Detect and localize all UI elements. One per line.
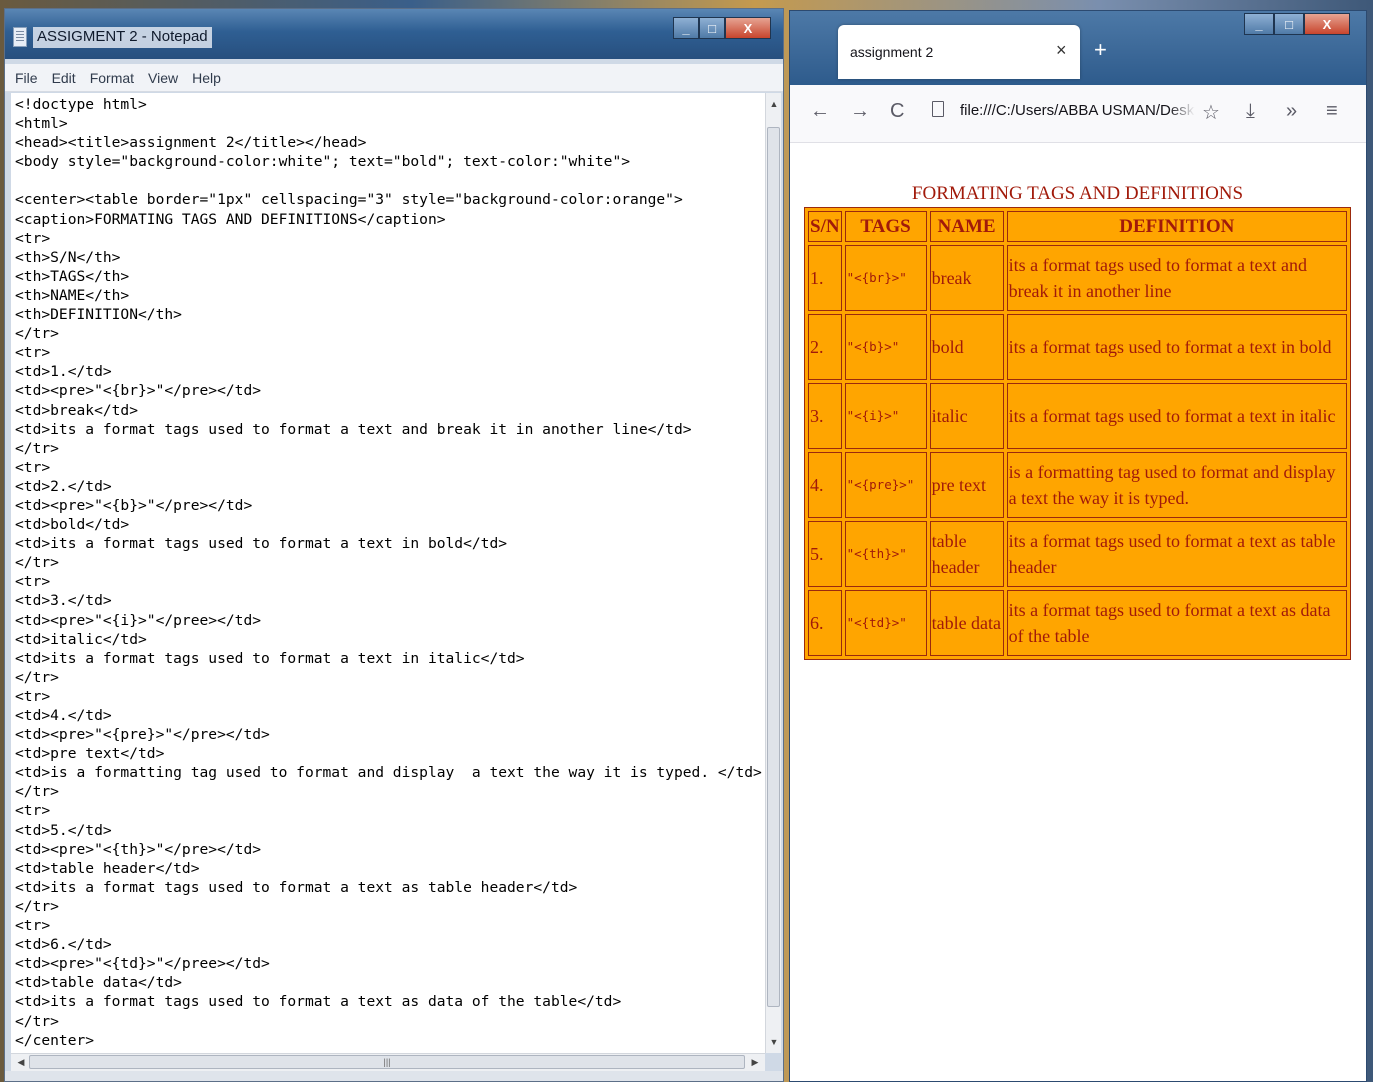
menu-help[interactable]: Help xyxy=(192,70,221,86)
tag-code: "<{pre}>" xyxy=(846,477,915,492)
cell-name: table data xyxy=(929,590,1004,656)
scroll-down-arrow-icon[interactable]: ▼ xyxy=(766,1037,782,1047)
cell-definition: its a format tags used to format a text … xyxy=(1006,245,1347,311)
notepad-code: <!doctype html> <html> <head><title>assi… xyxy=(15,96,762,1049)
notepad-bottom-edge xyxy=(5,1071,783,1081)
cell-sn: 5. xyxy=(808,521,842,587)
new-tab-icon[interactable]: + xyxy=(1094,37,1107,63)
page-content: FORMATING TAGS AND DEFINITIONS S/N TAGS … xyxy=(790,143,1366,1081)
cell-name: bold xyxy=(929,314,1004,380)
cell-definition: its a format tags used to format a text … xyxy=(1006,383,1347,449)
cell-sn: 3. xyxy=(808,383,842,449)
cell-tag: "<{th}>" xyxy=(844,521,927,587)
notepad-window: ASSIGMENT 2 - Notepad _ □ X File Edit Fo… xyxy=(4,8,784,1082)
notepad-titlebar[interactable]: ASSIGMENT 2 - Notepad _ □ X xyxy=(5,9,783,59)
table-header-row: S/N TAGS NAME DEFINITION xyxy=(808,211,1347,242)
horizontal-scroll-thumb[interactable]: ||| xyxy=(29,1055,745,1069)
minimize-icon[interactable]: _ xyxy=(1244,13,1274,35)
horizontal-scrollbar[interactable]: ◀ ||| ▶ xyxy=(11,1053,765,1071)
table-row: 1. "<{br}>" break its a format tags used to… xyxy=(808,245,1347,311)
close-icon[interactable]: X xyxy=(725,17,771,39)
cell-definition: its a format tags used to format a text … xyxy=(1006,521,1347,587)
formatting-tags-table: FORMATING TAGS AND DEFINITIONS S/N TAGS … xyxy=(804,183,1351,660)
table-row: 4. "<{pre}>" pre text is a formatting tag u… xyxy=(808,452,1347,518)
table-body: 1. "<{br}>" break its a format tags used to… xyxy=(808,245,1347,656)
tag-code: "<{i}>" xyxy=(846,408,900,423)
vertical-scrollbar[interactable]: ▲ ▼ xyxy=(765,93,781,1053)
notepad-menubar: File Edit Format View Help xyxy=(5,64,783,92)
table-caption: FORMATING TAGS AND DEFINITIONS xyxy=(911,183,1244,204)
notepad-text-area[interactable]: <!doctype html> <html> <head><title>assi… xyxy=(11,93,765,1053)
cell-sn: 2. xyxy=(808,314,842,380)
browser-window: assignment 2 × + _ □ X ← → C file:///C:/… xyxy=(789,10,1367,1082)
url-bar[interactable]: file:///C:/Users/ABBA USMAN/Desktop/assi… xyxy=(960,102,1195,119)
browser-tabbar: assignment 2 × + _ □ X xyxy=(790,11,1366,85)
menu-format[interactable]: Format xyxy=(90,70,134,86)
menu-edit[interactable]: Edit xyxy=(52,70,76,86)
table-row: 3. "<{i}>" italic its a format tags used to… xyxy=(808,383,1347,449)
tab-title: assignment 2 xyxy=(850,44,934,60)
header-definition: DEFINITION xyxy=(1006,211,1347,242)
cell-name: pre text xyxy=(929,452,1004,518)
browser-tab-active[interactable]: assignment 2 × xyxy=(838,25,1080,79)
forward-arrow-icon[interactable]: → xyxy=(850,100,870,123)
cell-sn: 1. xyxy=(808,245,842,311)
cell-tag: "<{br}>" xyxy=(844,245,927,311)
notepad-icon xyxy=(13,27,27,47)
back-arrow-icon[interactable]: ← xyxy=(810,100,830,123)
tag-code: "<{b}>" xyxy=(846,339,900,354)
table-row: 5. "<{th}>" table header its a format tags … xyxy=(808,521,1347,587)
reload-icon[interactable]: C xyxy=(890,100,904,123)
cell-sn: 6. xyxy=(808,590,842,656)
cell-definition: its a format tags used to format a text … xyxy=(1006,590,1347,656)
cell-definition: is a formatting tag used to format and d… xyxy=(1006,452,1347,518)
notepad-title: ASSIGMENT 2 - Notepad xyxy=(33,27,212,48)
cell-tag: "<{b}>" xyxy=(844,314,927,380)
scroll-up-arrow-icon[interactable]: ▲ xyxy=(766,99,782,109)
overflow-chevron-icon[interactable]: » xyxy=(1286,100,1297,123)
tag-code: "<{th}>" xyxy=(846,546,907,561)
cell-tag: "<{td}>" xyxy=(844,590,927,656)
minimize-icon[interactable]: _ xyxy=(673,17,699,39)
scroll-left-arrow-icon[interactable]: ◀ xyxy=(13,1057,29,1068)
cell-name: table header xyxy=(929,521,1004,587)
header-name: NAME xyxy=(929,211,1004,242)
vertical-scroll-thumb[interactable] xyxy=(767,127,780,1007)
page-file-icon xyxy=(932,101,944,117)
tag-code: "<{td}>" xyxy=(846,615,907,630)
close-icon[interactable]: X xyxy=(1304,13,1350,35)
cell-sn: 4. xyxy=(808,452,842,518)
hamburger-menu-icon[interactable]: ≡ xyxy=(1326,100,1338,123)
cell-name: italic xyxy=(929,383,1004,449)
tag-code: "<{br}>" xyxy=(846,270,907,285)
maximize-icon[interactable]: □ xyxy=(1274,13,1304,35)
maximize-icon[interactable]: □ xyxy=(699,17,725,39)
cell-tag: "<{i}>" xyxy=(844,383,927,449)
menu-file[interactable]: File xyxy=(15,70,38,86)
notepad-window-controls: _ □ X xyxy=(673,17,771,39)
header-sn: S/N xyxy=(808,211,842,242)
bookmark-star-icon[interactable]: ☆ xyxy=(1202,100,1220,125)
cell-tag: "<{pre}>" xyxy=(844,452,927,518)
cell-definition: its a format tags used to format a text … xyxy=(1006,314,1347,380)
scroll-right-arrow-icon[interactable]: ▶ xyxy=(747,1057,763,1068)
menu-view[interactable]: View xyxy=(148,70,178,86)
browser-toolbar: ← → C file:///C:/Users/ABBA USMAN/Deskto… xyxy=(790,85,1366,143)
browser-window-controls: _ □ X xyxy=(1244,13,1350,35)
download-icon[interactable]: ⤓ xyxy=(1246,100,1255,123)
table-row: 2. "<{b}>" bold its a format tags used to f… xyxy=(808,314,1347,380)
table-row: 6. "<{td}>" table data its a format tags us… xyxy=(808,590,1347,656)
header-tags: TAGS xyxy=(844,211,927,242)
tab-close-icon[interactable]: × xyxy=(1056,40,1067,61)
cell-name: break xyxy=(929,245,1004,311)
